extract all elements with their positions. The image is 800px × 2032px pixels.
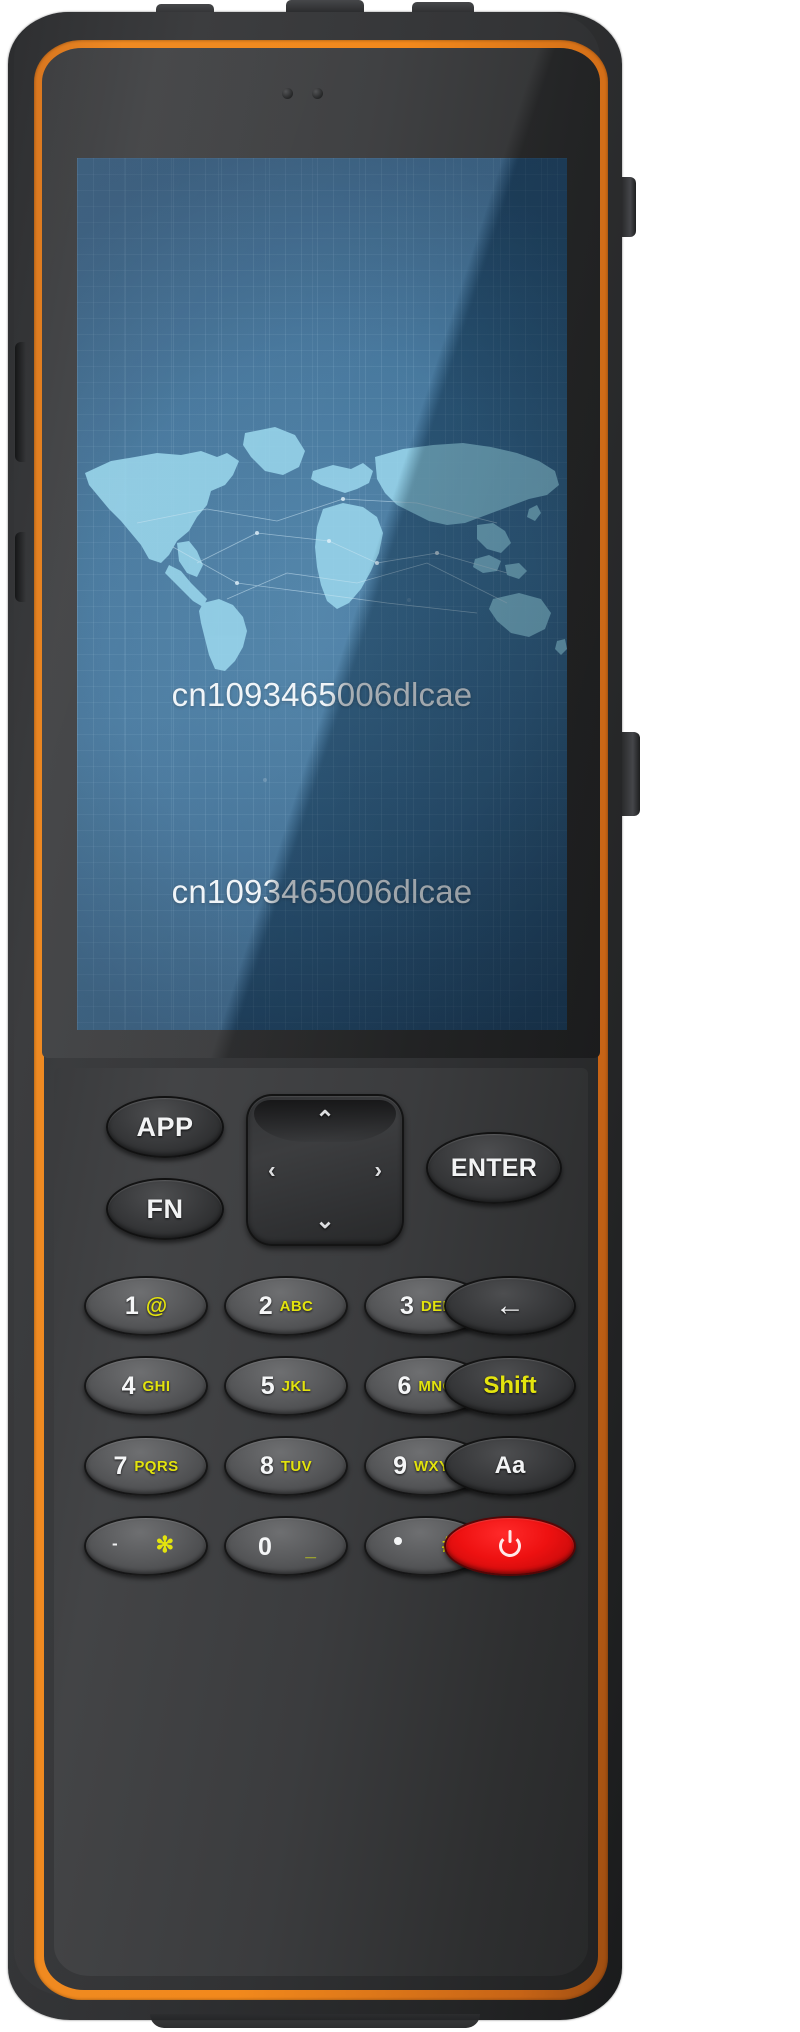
dpad-down-icon[interactable]: ⌄ (315, 1209, 334, 1232)
device-rubber-shell: cn1093465006dlcae cn1093465006dlcae APP … (14, 12, 640, 2000)
app-key[interactable]: APP (106, 1096, 224, 1158)
key-8-digit: 8 (259, 1451, 274, 1480)
shift-key[interactable]: Shift (444, 1356, 576, 1416)
enter-key[interactable]: ENTER (426, 1132, 562, 1204)
key-0-underscore: _ (305, 1540, 316, 1561)
key-2-letters: ABC (279, 1297, 314, 1315)
dpad-up-icon[interactable]: ⌃ (315, 1108, 334, 1131)
side-button-right-top[interactable] (622, 177, 636, 237)
key-5-letters: JKL (281, 1377, 312, 1395)
screen-watermark-line-1: cn1093465006dlcae (171, 676, 473, 713)
key-5[interactable]: 5 JKL (224, 1356, 348, 1416)
key-2-digit: 2 (258, 1291, 273, 1320)
key-7-letters: PQRS (134, 1457, 179, 1475)
light-sensor-icon (312, 88, 323, 99)
key-1-symbol: @ (145, 1293, 168, 1318)
case-toggle-label: Aa (494, 1452, 526, 1479)
keypad-panel: APP FN ⌃ ⌄ ‹ › ENTER 1 @ 2 ABC 3 DEF ← 4… (54, 1068, 588, 1976)
enter-key-label: ENTER (450, 1153, 538, 1182)
key-6-digit: 6 (397, 1371, 412, 1400)
shift-key-label: Shift (483, 1372, 537, 1399)
power-key[interactable] (444, 1516, 576, 1576)
dpad-right-icon[interactable]: › (374, 1158, 382, 1182)
device-screenshot: cn1093465006dlcae cn1093465006dlcae APP … (0, 0, 800, 2032)
app-key-label: APP (136, 1111, 194, 1142)
sensor-cluster (282, 88, 342, 100)
world-map-wallpaper-icon (77, 413, 567, 673)
key-2[interactable]: 2 ABC (224, 1276, 348, 1336)
key-4[interactable]: 4 GHI (84, 1356, 208, 1416)
key-0[interactable]: 0 _ (224, 1516, 348, 1576)
key-7[interactable]: 7 PQRS (84, 1436, 208, 1496)
key-8[interactable]: 8 TUV (224, 1436, 348, 1496)
key-8-letters: TUV (280, 1457, 313, 1475)
key-star-symbol: ✻ (155, 1532, 174, 1557)
device-bottom-foot (150, 2014, 480, 2028)
case-toggle-key[interactable]: Aa (444, 1436, 576, 1496)
key-star-dash: - (112, 1534, 118, 1553)
backspace-arrow-icon: ← (495, 1289, 525, 1322)
key-9-digit: 9 (393, 1451, 407, 1480)
key-star[interactable]: - ✻ (84, 1516, 208, 1576)
fn-key-label: FN (146, 1193, 184, 1224)
screen-watermark-line-2: cn1093465006dlcae (171, 873, 473, 910)
key-4-letters: GHI (142, 1377, 171, 1395)
key-period-icon (394, 1537, 402, 1545)
screen-dust-speck (407, 598, 411, 602)
device-screen[interactable]: cn1093465006dlcae cn1093465006dlcae (77, 158, 567, 1030)
side-button-left-volume[interactable] (15, 532, 26, 602)
key-1[interactable]: 1 @ (84, 1276, 208, 1336)
key-4-digit: 4 (121, 1371, 136, 1400)
fn-key[interactable]: FN (106, 1178, 224, 1240)
proximity-sensor-icon (282, 88, 293, 99)
key-0-digit: 0 (258, 1533, 272, 1561)
key-3-digit: 3 (399, 1291, 414, 1320)
key-5-digit: 5 (260, 1371, 275, 1400)
key-7-digit: 7 (113, 1451, 128, 1480)
dpad-left-icon[interactable]: ‹ (268, 1158, 276, 1182)
screen-dust-speck (263, 778, 267, 782)
side-button-right-scan[interactable] (622, 732, 640, 816)
directional-pad[interactable]: ⌃ ⌄ ‹ › (246, 1094, 404, 1246)
side-button-left-scan[interactable] (15, 342, 26, 462)
key-1-digit: 1 (124, 1291, 139, 1320)
power-icon (499, 1535, 521, 1557)
backspace-key[interactable]: ← (444, 1276, 576, 1336)
